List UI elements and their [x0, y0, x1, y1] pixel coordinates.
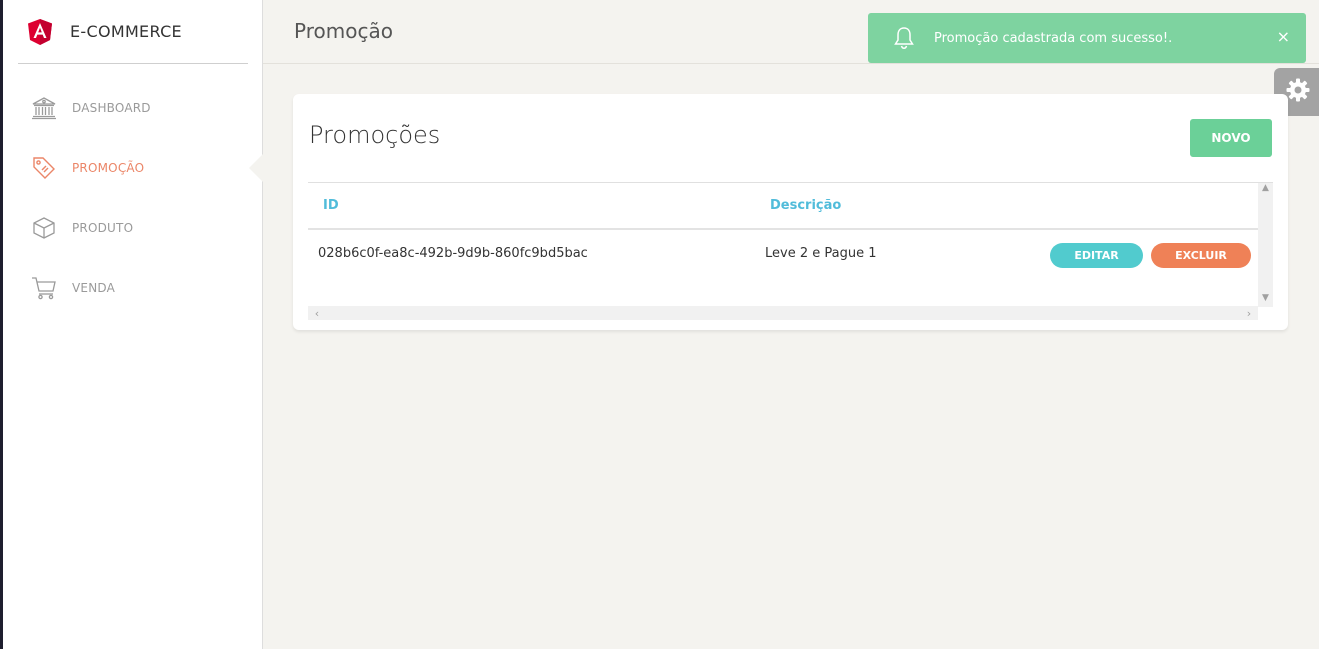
sidebar-item-promocao[interactable]: PROMOÇÃO	[3, 146, 263, 190]
page-title: Promoção	[294, 19, 393, 43]
sidebar-item-venda[interactable]: VENDA	[3, 266, 263, 310]
table-header-divider	[308, 228, 1258, 230]
cell-id: 028b6c0f-ea8c-492b-9d9b-860fc9bd5bac	[318, 246, 588, 261]
cell-descricao: Leve 2 e Pague 1	[765, 246, 877, 261]
cart-icon	[31, 275, 57, 301]
new-promotion-button[interactable]: NOVO	[1190, 119, 1272, 157]
bank-icon	[31, 95, 57, 121]
active-indicator	[249, 152, 265, 184]
sidebar-item-label: PRODUTO	[72, 221, 134, 235]
column-header-descricao[interactable]: Descrição	[770, 198, 841, 213]
gear-icon	[1285, 77, 1311, 107]
scroll-left-icon[interactable]: ‹	[310, 307, 324, 320]
delete-button[interactable]: EXCLUIR	[1151, 243, 1251, 268]
card-title: Promoções	[309, 121, 441, 149]
column-header-id[interactable]: ID	[323, 198, 339, 213]
scroll-right-icon[interactable]: ›	[1242, 307, 1256, 320]
promocoes-card: Promoções NOVO ID Descrição 028b6c0f-ea8…	[293, 94, 1288, 330]
sidebar-item-produto[interactable]: PRODUTO	[3, 206, 263, 250]
close-notification-button[interactable]: ×	[1277, 27, 1290, 46]
promotions-table: ID Descrição 028b6c0f-ea8c-492b-9d9b-860…	[308, 182, 1273, 320]
vertical-scrollbar[interactable]: ▲ ▼	[1258, 183, 1273, 307]
sidebar: E-COMMERCE DASHBOARD PROMOÇÃO PRODUTO VE…	[3, 0, 265, 649]
brand-logo[interactable]: E-COMMERCE	[18, 0, 248, 64]
notification-message: Promoção cadastrada com sucesso!.	[934, 30, 1173, 46]
bell-icon	[892, 26, 916, 50]
edit-button[interactable]: EDITAR	[1050, 243, 1143, 268]
success-notification: Promoção cadastrada com sucesso!. ×	[868, 13, 1306, 63]
scroll-down-icon[interactable]: ▼	[1258, 293, 1273, 307]
box-icon	[31, 215, 57, 241]
sidebar-item-dashboard[interactable]: DASHBOARD	[3, 86, 263, 130]
tag-icon	[31, 155, 57, 181]
brand-name: E-COMMERCE	[70, 22, 182, 41]
horizontal-scrollbar[interactable]: ‹ ›	[308, 306, 1258, 320]
angular-logo-icon	[26, 17, 54, 47]
sidebar-item-label: PROMOÇÃO	[72, 161, 145, 175]
scroll-up-icon[interactable]: ▲	[1258, 183, 1273, 197]
sidebar-item-label: DASHBOARD	[72, 101, 151, 115]
sidebar-item-label: VENDA	[72, 281, 116, 295]
